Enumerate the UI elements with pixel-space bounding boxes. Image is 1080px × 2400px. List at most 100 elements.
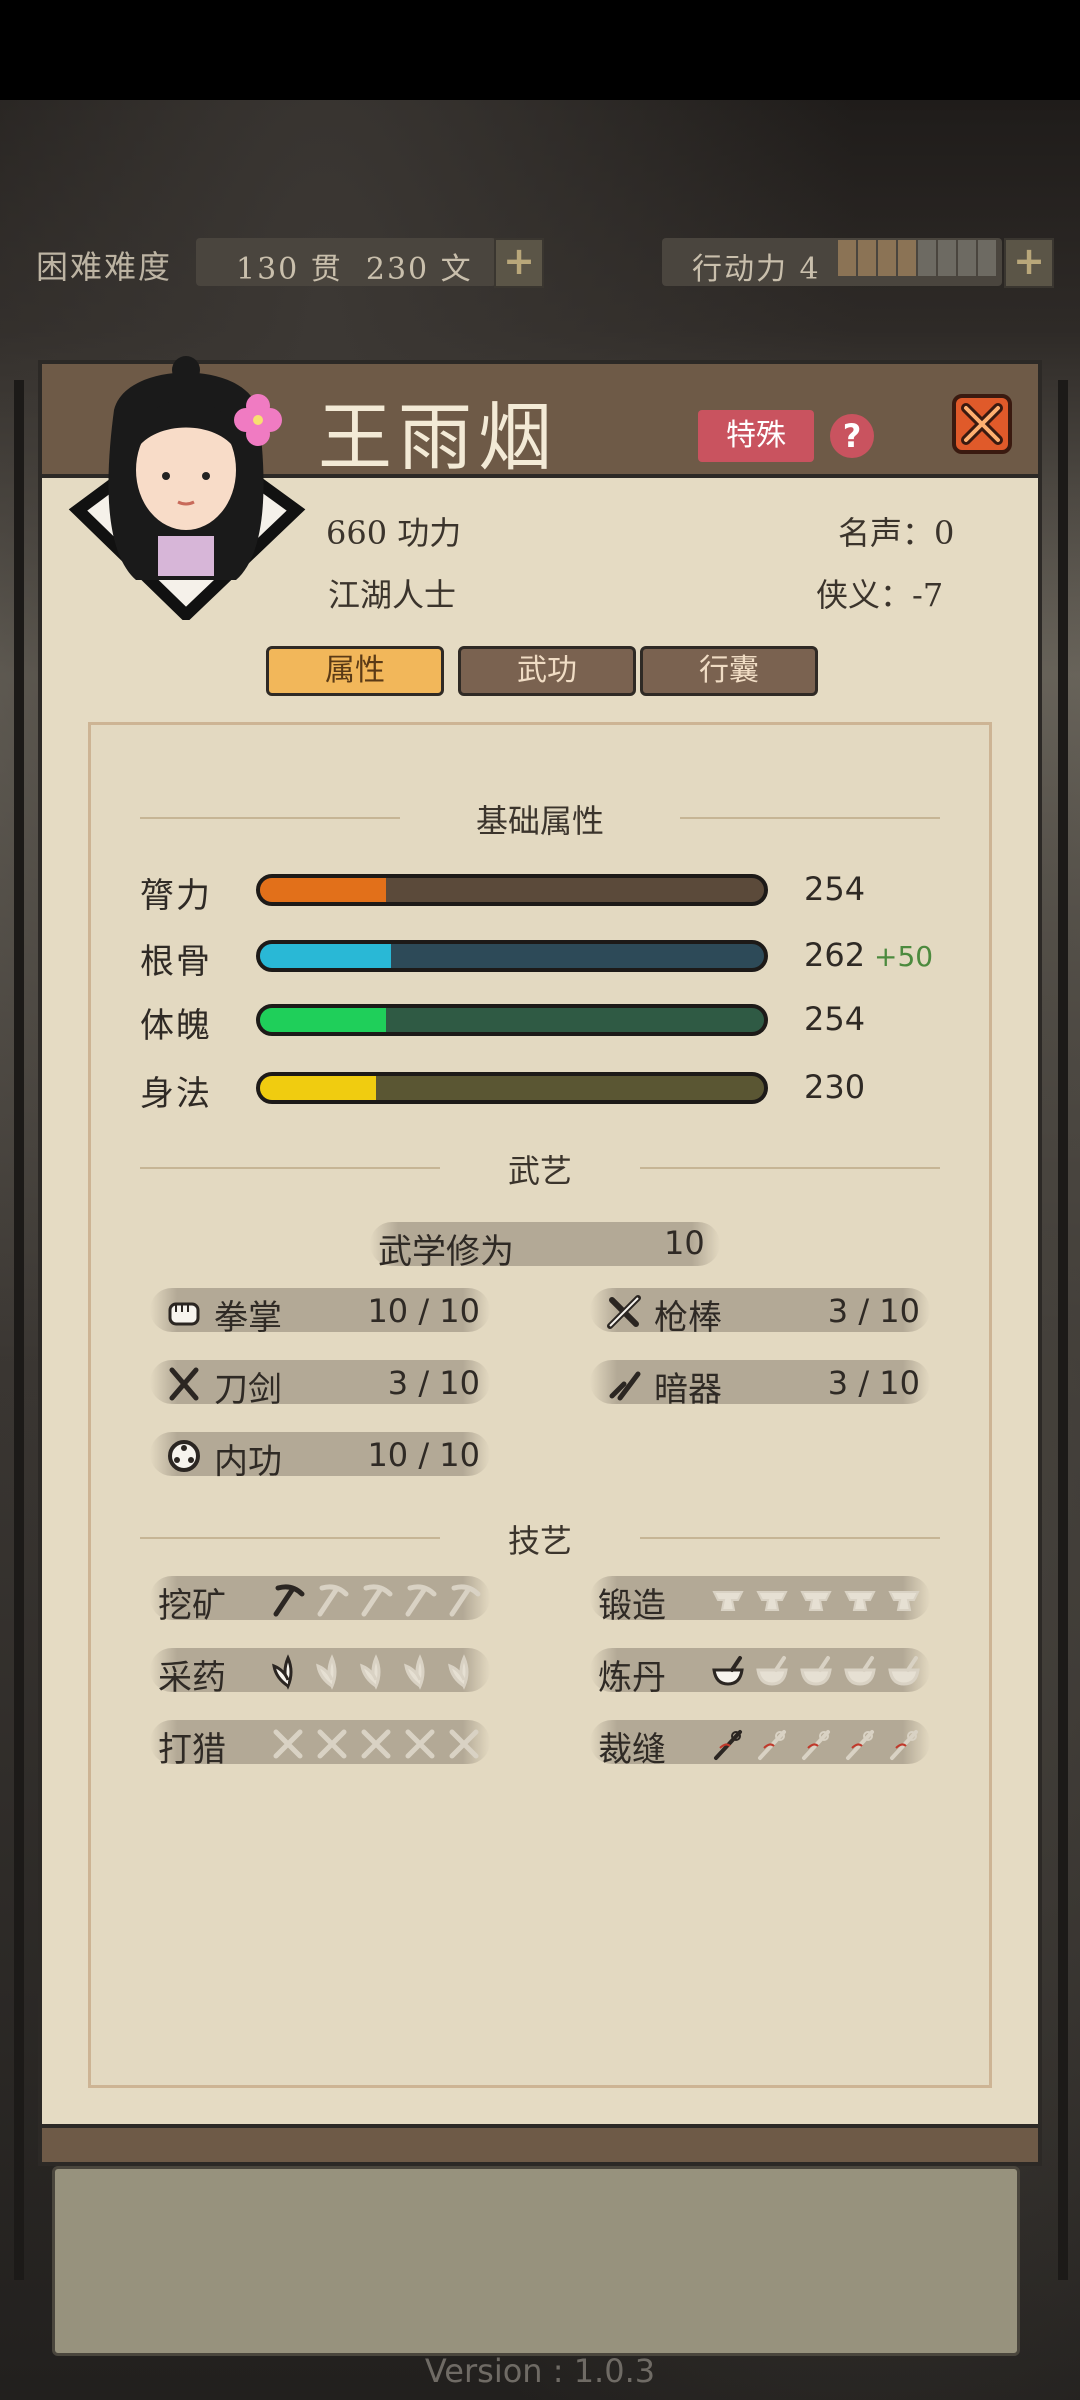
add-money-button[interactable]: +	[494, 238, 544, 288]
martial-total-label: 武学修为	[378, 1232, 514, 1272]
anvil-icon	[708, 1580, 748, 1620]
divider-right-craft	[640, 1537, 940, 1539]
craft-level-icons	[708, 1578, 924, 1622]
herb-icon	[268, 1652, 308, 1692]
pickaxe-icon	[400, 1580, 440, 1620]
action-point-segment	[838, 240, 856, 276]
needle-icon	[708, 1724, 748, 1764]
help-icon[interactable]: ?	[830, 414, 874, 458]
section-title-martial: 武艺	[507, 1152, 572, 1190]
skill-value: 10 / 10	[367, 1292, 480, 1330]
craft-name: 挖矿	[158, 1586, 226, 1626]
action-points-label: 行动力 4	[692, 252, 821, 287]
pickaxe-icon	[356, 1580, 396, 1620]
attribute-bar	[256, 1072, 768, 1104]
mortar-icon	[840, 1652, 880, 1692]
skill-name: 内功	[214, 1442, 282, 1482]
attribute-value: 230	[804, 1068, 866, 1106]
skill-value: 10 / 10	[367, 1436, 480, 1474]
attribute-value: 254	[804, 1000, 866, 1038]
skill-value: 3 / 10	[827, 1292, 920, 1330]
anvil-icon	[840, 1580, 880, 1620]
needle-icon	[796, 1724, 836, 1764]
action-point-segment	[958, 240, 976, 276]
fame-text: 名声：0	[838, 514, 955, 552]
martial-total-value: 10	[664, 1224, 705, 1262]
anvil-icon	[884, 1580, 924, 1620]
attribute-bar-fill	[260, 944, 392, 968]
action-point-segment	[978, 240, 996, 276]
craft-name: 裁缝	[598, 1730, 666, 1770]
mortar-icon	[884, 1652, 924, 1692]
attribute-label: 身法	[140, 1074, 212, 1114]
special-tag: 特殊	[698, 410, 814, 462]
message-box	[52, 2166, 1020, 2356]
needle-icon	[884, 1724, 924, 1764]
attribute-value: 254	[804, 870, 866, 908]
identity-text: 江湖人士	[328, 576, 457, 614]
pickaxe-icon	[268, 1580, 308, 1620]
craft-level-icons	[268, 1650, 484, 1694]
tab-martial-arts[interactable]: 武功	[458, 646, 636, 696]
add-action-button[interactable]: +	[1004, 238, 1054, 288]
skill-value: 3 / 10	[387, 1364, 480, 1402]
anvil-icon	[752, 1580, 792, 1620]
sword-icon	[164, 1364, 204, 1404]
attribute-bar-fill	[260, 1076, 376, 1100]
top-bar: 困难难度 130 贯 230 文 + 行动力 4 +	[0, 232, 1080, 296]
inner-icon	[164, 1436, 204, 1476]
herb-icon	[444, 1652, 484, 1692]
section-title-craft: 技艺	[507, 1522, 572, 1560]
tab-inventory[interactable]: 行囊	[640, 646, 818, 696]
hunt-icon	[444, 1724, 484, 1764]
skill-value: 3 / 10	[827, 1364, 920, 1402]
close-icon[interactable]	[950, 392, 1014, 456]
power-text: 660 功力	[326, 514, 462, 552]
attribute-bar	[256, 874, 768, 906]
attribute-bar-fill	[260, 1008, 386, 1032]
skill-name: 枪棒	[654, 1298, 722, 1338]
attribute-value: 262	[804, 936, 866, 974]
anvil-icon	[796, 1580, 836, 1620]
left-edge	[14, 380, 24, 2280]
tab-attributes[interactable]: 属性	[266, 646, 444, 696]
herb-icon	[356, 1652, 396, 1692]
attribute-bar	[256, 940, 768, 972]
action-point-segment	[858, 240, 876, 276]
spear-icon	[604, 1292, 644, 1332]
avatar	[68, 356, 306, 620]
chivalry-text: 侠义：-7	[816, 576, 944, 614]
mortar-icon	[796, 1652, 836, 1692]
divider-right-basic	[680, 817, 940, 819]
attribute-bar-fill	[260, 878, 386, 902]
status-bar-area	[0, 0, 1080, 100]
mortar-icon	[708, 1652, 748, 1692]
craft-name: 锻造	[598, 1586, 666, 1626]
craft-level-icons	[708, 1650, 924, 1694]
pickaxe-icon	[312, 1580, 352, 1620]
action-point-segment	[898, 240, 916, 276]
attribute-bonus: +50	[874, 940, 934, 973]
needle-icon	[840, 1724, 880, 1764]
attribute-label: 体魄	[140, 1006, 212, 1046]
panel-footer	[38, 2124, 1042, 2166]
dart-icon	[604, 1364, 644, 1404]
fist-icon	[164, 1292, 204, 1332]
action-point-segment	[878, 240, 896, 276]
attribute-label: 根骨	[140, 942, 212, 982]
craft-level-icons	[708, 1722, 924, 1766]
craft-level-icons	[268, 1578, 484, 1622]
craft-name: 打猎	[158, 1730, 226, 1770]
money-text: 130 贯 230 文	[236, 252, 473, 287]
attribute-bar	[256, 1004, 768, 1036]
skill-name: 拳掌	[214, 1298, 282, 1338]
herb-icon	[312, 1652, 352, 1692]
craft-level-icons	[268, 1722, 484, 1766]
hunt-icon	[268, 1724, 308, 1764]
hunt-icon	[312, 1724, 352, 1764]
skill-name: 刀剑	[214, 1370, 282, 1410]
craft-name: 炼丹	[598, 1658, 666, 1698]
hunt-icon	[400, 1724, 440, 1764]
mortar-icon	[752, 1652, 792, 1692]
attribute-label: 膂力	[140, 876, 212, 916]
